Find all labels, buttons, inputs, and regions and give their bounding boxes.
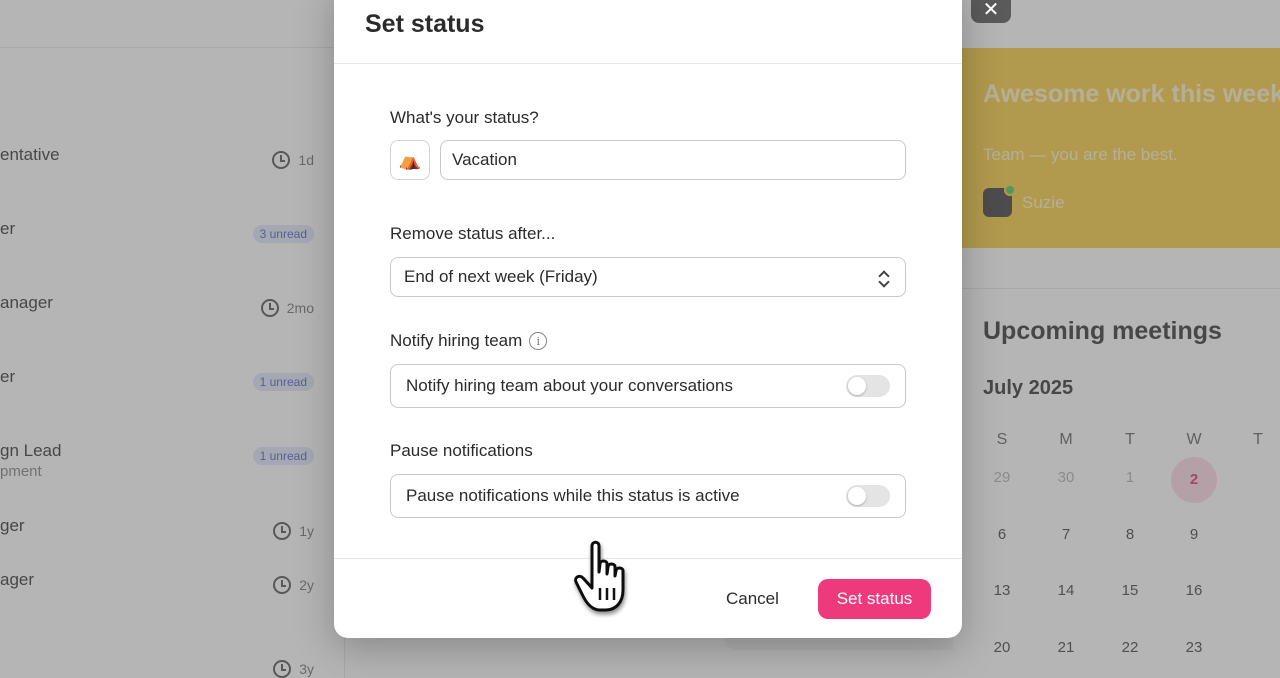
notify-toggle[interactable]: [846, 375, 890, 397]
status-input[interactable]: [440, 140, 906, 180]
select-chevrons-icon: [878, 269, 890, 288]
remove-status-value: End of next week (Friday): [404, 267, 598, 286]
dialog-footer: Cancel Set status: [334, 558, 962, 638]
set-status-button[interactable]: Set status: [818, 579, 931, 619]
tent-icon: ⛺: [398, 149, 422, 170]
notify-hiring-team-row[interactable]: Notify hiring team about your conversati…: [390, 364, 906, 408]
dialog-title: Set status: [365, 10, 485, 38]
dialog-header: Set status: [334, 0, 962, 64]
cancel-button[interactable]: Cancel: [714, 579, 791, 619]
close-icon: ✕: [982, 0, 1000, 21]
pause-label: Pause notifications: [390, 441, 533, 460]
notify-toggle-label: Notify hiring team about your conversati…: [406, 376, 733, 395]
pause-toggle[interactable]: [846, 485, 890, 507]
set-status-dialog: Set status What's your status? ⛺ Remove …: [334, 0, 962, 638]
notify-label-row: Notify hiring team i: [390, 331, 548, 351]
status-label: What's your status?: [390, 108, 539, 127]
emoji-picker-button[interactable]: ⛺: [390, 140, 430, 180]
notify-label: Notify hiring team: [390, 331, 523, 350]
info-icon[interactable]: i: [529, 332, 548, 350]
remove-status-label: Remove status after...: [390, 224, 556, 243]
hand-cursor-icon: [574, 540, 625, 612]
remove-status-select[interactable]: End of next week (Friday): [390, 257, 906, 297]
close-button[interactable]: ✕: [971, 0, 1011, 23]
pause-notifications-row[interactable]: Pause notifications while this status is…: [390, 474, 906, 518]
pause-toggle-label: Pause notifications while this status is…: [406, 486, 740, 505]
